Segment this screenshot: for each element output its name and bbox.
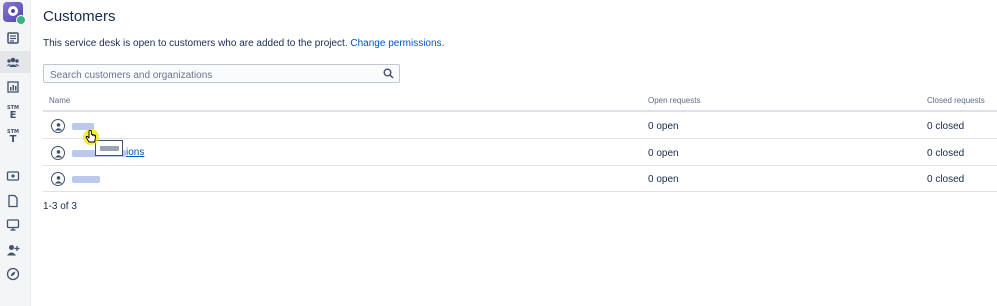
column-header-closed-requests[interactable]: Closed requests [927, 96, 985, 105]
search-box[interactable] [43, 64, 400, 84]
customers-icon[interactable] [5, 54, 21, 70]
person-icon [54, 149, 62, 158]
open-requests-cell: 0 open [648, 174, 679, 185]
customer-name-link[interactable]: ions [126, 147, 144, 158]
pagination-text: 1-3 of 3 [43, 201, 77, 212]
customer-avatar [51, 172, 65, 186]
pages-icon[interactable] [5, 193, 21, 209]
sidebar: STM E STM T [0, 0, 31, 306]
tooltip-text-redacted [100, 146, 119, 151]
person-icon [54, 175, 62, 184]
customer-name-redacted[interactable] [72, 176, 100, 183]
search-input[interactable] [44, 67, 364, 84]
closed-requests-cell: 0 closed [927, 148, 965, 159]
logo-badge-icon [16, 15, 26, 25]
logo-eye-icon [8, 6, 18, 16]
intro-text: This service desk is open to customers w… [43, 38, 444, 49]
table-row: 0 open 0 closed [43, 166, 997, 192]
open-requests-cell: 0 open [648, 148, 679, 159]
table-row: ions 0 open 0 closed [43, 140, 997, 166]
stm-t-icon[interactable]: STM T [4, 129, 22, 147]
change-permissions-link[interactable]: Change permissions [350, 38, 441, 49]
explore-icon[interactable] [5, 266, 21, 282]
intro-period: . [441, 38, 445, 49]
service-desk-logo[interactable] [3, 2, 26, 25]
closed-requests-cell: 0 closed [927, 174, 965, 185]
stm-e-icon[interactable]: STM E [4, 105, 22, 123]
table-header-divider [43, 110, 997, 112]
page-title: Customers [43, 8, 116, 25]
customer-avatar [51, 146, 65, 160]
search-icon[interactable] [383, 68, 394, 79]
column-header-open-requests[interactable]: Open requests [648, 96, 700, 105]
intro-description: This service desk is open to customers w… [43, 38, 348, 49]
hand-cursor-icon [83, 129, 99, 145]
person-icon [54, 122, 62, 131]
queues-icon[interactable] [5, 30, 21, 46]
customer-avatar [51, 119, 65, 133]
channels-icon[interactable] [5, 217, 21, 233]
open-requests-cell: 0 open [648, 121, 679, 132]
add-item-icon[interactable] [5, 168, 21, 184]
closed-requests-cell: 0 closed [927, 121, 965, 132]
reports-icon[interactable] [5, 79, 21, 95]
invite-team-icon[interactable] [5, 242, 21, 258]
column-header-name[interactable]: Name [49, 96, 70, 105]
table-row: 0 open 0 closed [43, 113, 997, 139]
